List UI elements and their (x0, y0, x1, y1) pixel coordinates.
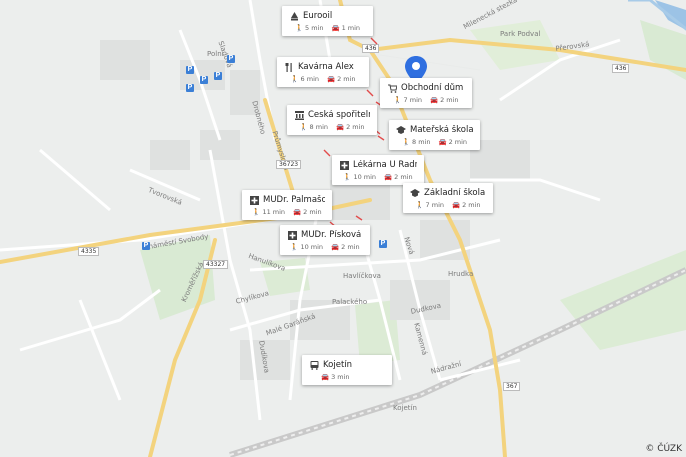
car-icon: 🚘 (384, 173, 393, 181)
road-number: 43327 (203, 260, 229, 269)
parking-icon: P (227, 55, 235, 63)
school-icon (396, 125, 406, 135)
poi-name: MUDr. Palmašová... (263, 195, 325, 205)
car-icon: 🚘 (321, 373, 330, 381)
poi-card[interactable]: MUDr. Palmašová... 🚶11 min 🚘2 min (242, 190, 332, 220)
street-label-hrudka: Hrudka (448, 270, 474, 278)
parking-icon: P (200, 76, 208, 84)
map-view[interactable]: Polní Sladová Drobného Průmyslová Přerov… (0, 0, 686, 457)
walk-time: 10 min (353, 173, 377, 181)
poi-card[interactable]: Eurooil 🚶 5 min 🚘 1 min (282, 6, 373, 36)
drive-time: 3 min (331, 373, 350, 381)
walk-time: 5 min (305, 24, 324, 32)
school-icon (410, 188, 420, 198)
walk-icon: 🚶 (290, 75, 299, 83)
poi-name: Eurooil (303, 11, 333, 21)
poi-card[interactable]: Lékárna U Radnice 🚶10 min 🚘2 min (332, 155, 424, 185)
drive-time: 2 min (337, 75, 356, 83)
car-icon: 🚘 (327, 75, 336, 83)
poi-name: Základní škola Ko... (424, 188, 486, 198)
parking-icon: P (214, 72, 222, 80)
street-label-kojetin-station: Kojetín (393, 404, 417, 412)
car-icon: 🚘 (293, 208, 302, 216)
drive-time: 1 min (341, 24, 361, 32)
car-icon: 🚘 (331, 243, 340, 251)
poi-card[interactable]: Obchodní dům 🚶 7 min 🚘 2 min (380, 78, 472, 108)
medical-icon (249, 195, 259, 205)
walk-time: 7 min (403, 96, 422, 104)
poi-name: Mateřská škola (410, 125, 473, 135)
walk-time: 8 min (412, 138, 431, 146)
park-label: Park Podval (500, 30, 541, 38)
car-icon: 🚘 (336, 123, 345, 131)
poi-card[interactable]: MUDr. Písková M... 🚶10 min 🚘2 min (280, 225, 370, 255)
fuel-icon (289, 11, 299, 21)
walk-icon: 🚶 (290, 243, 299, 251)
walk-icon: 🚶 (343, 173, 352, 181)
poi-name: Kavárna Alex (298, 62, 354, 72)
street-label-havlickova: Havlíčkova (343, 272, 381, 280)
parking-icon: P (186, 66, 194, 74)
drive-time: 2 min (462, 201, 481, 209)
poi-card[interactable]: Kojetín 🚘 3 min (302, 355, 392, 385)
car-icon: 🚘 (452, 201, 461, 209)
road-number: 36723 (276, 160, 302, 169)
drive-time: 2 min (394, 173, 413, 181)
drive-time: 2 min (303, 208, 322, 216)
street-label-palackeho: Palackého (332, 298, 368, 306)
walk-time: 7 min (425, 201, 444, 209)
walk-icon: 🚶 (252, 208, 261, 216)
car-icon: 🚘 (438, 138, 447, 146)
poi-card[interactable]: Kavárna Alex 🚶 6 min 🚘 2 min (277, 57, 369, 87)
drive-time: 2 min (440, 96, 459, 104)
walk-icon: 🚶 (393, 96, 402, 104)
drive-time: 2 min (341, 243, 360, 251)
walk-icon: 🚶 (401, 138, 411, 146)
poi-name: Obchodní dům (401, 83, 464, 93)
poi-name: MUDr. Písková M... (301, 230, 363, 240)
walk-time: 8 min (309, 123, 328, 131)
car-icon: 🚘 (331, 24, 340, 32)
poi-card[interactable]: Základní škola Ko... 🚶7 min 🚘2 min (403, 183, 493, 213)
map-copyright: © ČÚZK (645, 444, 682, 454)
poi-card[interactable]: Česká spořitelna 🚶8 min 🚘2 min (287, 105, 377, 135)
bank-icon (294, 110, 304, 120)
parking-icon: P (142, 242, 150, 250)
poi-name: Česká spořitelna (308, 110, 370, 120)
poi-card[interactable]: Mateřská škola 🚶 8 min 🚘 2 min (389, 120, 480, 150)
walk-time: 11 min (262, 208, 286, 216)
walk-icon: 🚶 (299, 123, 308, 131)
parking-icon: P (379, 240, 387, 248)
poi-name: Lékárna U Radnice (353, 160, 417, 170)
walk-icon: 🚶 (294, 24, 304, 32)
pharmacy-icon (339, 160, 349, 170)
poi-name: Kojetín (323, 360, 353, 370)
bus-icon (309, 360, 319, 370)
road-number: 367 (503, 382, 521, 391)
medical-icon (287, 230, 297, 240)
walk-time: 10 min (300, 243, 324, 251)
cutlery-icon (284, 62, 294, 72)
car-icon: 🚘 (430, 96, 439, 104)
road-number: 436 (612, 64, 630, 73)
cart-icon (387, 83, 397, 93)
parking-icon: P (186, 84, 194, 92)
drive-time: 2 min (346, 123, 365, 131)
road-number: 436 (362, 44, 380, 53)
walk-icon: 🚶 (415, 201, 424, 209)
walk-time: 6 min (300, 75, 319, 83)
road-number: 4335 (78, 247, 100, 256)
drive-time: 2 min (448, 138, 468, 146)
